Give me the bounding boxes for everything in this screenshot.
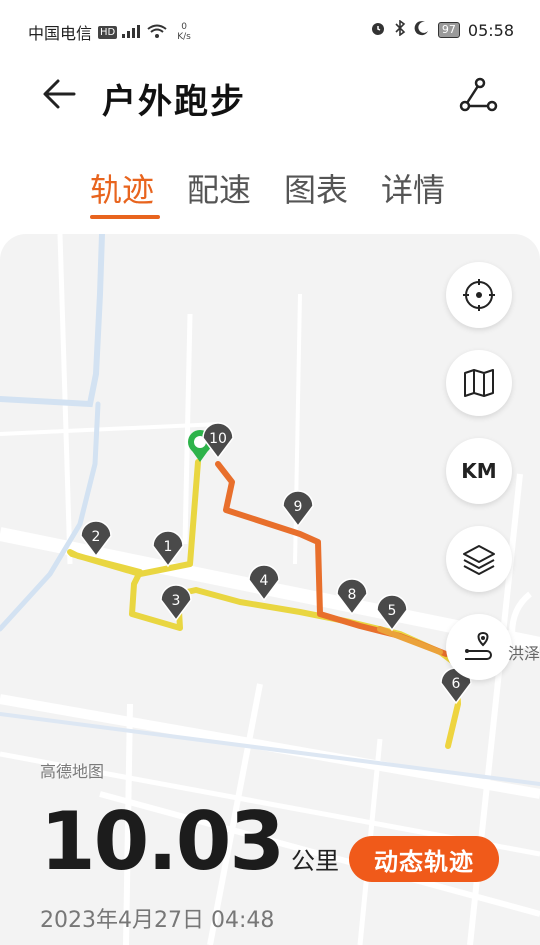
km-marker-10: 10 [202, 422, 234, 460]
tab-active-indicator [90, 215, 160, 219]
route-pin-icon [465, 631, 492, 660]
net-speed-unit: K/s [177, 32, 191, 42]
route-share-icon [459, 77, 498, 112]
km-marker-1: 1 [152, 530, 184, 568]
tab-track[interactable]: 轨迹 [90, 165, 154, 211]
svg-text:8: 8 [348, 587, 357, 603]
net-speed: 0 K/s [177, 22, 191, 42]
back-button[interactable] [40, 74, 80, 114]
status-bar: 中国电信 HD 0 K/s 97 05:58 [0, 0, 540, 56]
moon-icon [414, 20, 430, 40]
carrier-label: 中国电信 [28, 24, 93, 43]
clock: 05:58 [467, 20, 514, 40]
app-header: 户外跑步 [0, 60, 540, 132]
svg-text:9: 9 [294, 499, 303, 515]
hd-badge: HD [98, 25, 118, 39]
distance-summary: 10.03 公里 [40, 802, 339, 882]
tab-details[interactable]: 详情 [381, 165, 445, 211]
status-left: 中国电信 HD 0 K/s [28, 20, 191, 44]
svg-text:10: 10 [209, 431, 227, 447]
km-markers-toggle[interactable]: KM [446, 438, 512, 504]
tab-pace[interactable]: 配速 [187, 165, 251, 211]
map-place-label: 洪泽 [507, 644, 540, 663]
map-type-button[interactable] [446, 350, 512, 416]
map-view[interactable]: 10 9 2 1 4 3 8 5 6 KM 洪泽 高德地图 10.03 公里 动… [0, 234, 540, 945]
km-marker-2: 2 [80, 520, 112, 558]
battery-icon: 97 [437, 22, 460, 38]
share-route-button[interactable] [456, 74, 500, 118]
folded-map-icon [464, 369, 494, 397]
km-marker-8: 8 [336, 578, 368, 616]
svg-text:1: 1 [164, 539, 173, 555]
workout-datetime: 2023年4月27日 04:48 [40, 908, 275, 933]
alarm-icon [370, 20, 386, 40]
svg-text:4: 4 [260, 573, 269, 589]
crosshair-icon [463, 279, 495, 311]
net-speed-value: 0 [181, 22, 187, 32]
svg-text:2: 2 [92, 529, 101, 545]
distance-value: 10.03 [40, 795, 285, 888]
svg-text:3: 3 [172, 593, 181, 609]
page-title: 户外跑步 [102, 82, 246, 122]
tab-chart[interactable]: 图表 [284, 165, 348, 211]
map-layers-button[interactable] [446, 526, 512, 592]
layers-icon [463, 545, 495, 575]
km-marker-3: 3 [160, 584, 192, 622]
route-replay-button[interactable] [446, 614, 512, 680]
wifi-icon [147, 23, 167, 42]
km-toggle-label: KM [461, 459, 497, 483]
svg-text:6: 6 [452, 676, 461, 692]
svg-text:5: 5 [388, 603, 397, 619]
dynamic-track-button[interactable]: 动态轨迹 [349, 836, 499, 882]
bluetooth-icon [394, 19, 406, 40]
distance-unit: 公里 [291, 847, 340, 875]
tab-bar: 轨迹 配速 图表 详情 [0, 165, 540, 221]
locate-button[interactable] [446, 262, 512, 328]
km-marker-4: 4 [248, 564, 280, 602]
arrow-left-icon [43, 79, 76, 109]
status-right: 97 05:58 [370, 19, 514, 40]
km-marker-9: 9 [282, 490, 314, 528]
km-marker-5: 5 [376, 594, 408, 632]
signal-icon [121, 23, 143, 42]
map-provider-label: 高德地图 [40, 762, 105, 781]
